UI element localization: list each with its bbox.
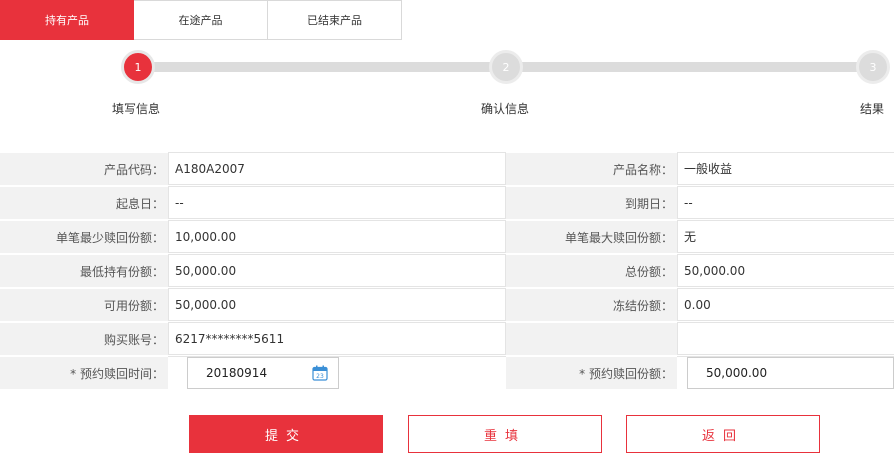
reset-button[interactable]: 重填 [408, 415, 602, 453]
form-row: 最低持有份额： 50,000.00 总份额： 50,000.00 [0, 254, 894, 288]
step-connector [520, 62, 860, 72]
empty-value [677, 322, 894, 355]
calendar-icon[interactable]: 23 [312, 365, 328, 381]
tab-holding-products[interactable]: 持有产品 [0, 0, 134, 40]
redeem-date-value: 20180914 [206, 366, 268, 380]
product-tabs: 持有产品 在途产品 已结束产品 [0, 0, 402, 40]
redeem-form: 产品代码： A180A2007 产品名称： 一般收益 起息日： -- 到期日： … [0, 152, 894, 390]
product-name-value: 一般收益 [677, 152, 894, 185]
available-shares-label: 可用份额： [0, 288, 168, 321]
step-2-label: 确认信息 [481, 102, 530, 116]
progress-stepper: 1 2 3 填写信息 确认信息 结果 [0, 46, 894, 120]
product-code-value: A180A2007 [168, 152, 506, 185]
step-2-circle: 2 [489, 50, 523, 84]
max-redeem-label: 单笔最大赎回份额： [506, 220, 677, 253]
empty-label [506, 322, 677, 355]
min-redeem-value: 10,000.00 [168, 220, 506, 253]
form-row: 单笔最少赎回份额： 10,000.00 单笔最大赎回份额： 无 [0, 220, 894, 254]
start-date-label: 起息日： [0, 186, 168, 219]
product-code-label: 产品代码： [0, 152, 168, 185]
min-hold-value: 50,000.00 [168, 254, 506, 287]
form-row: 购买账号： 6217********5611 [0, 322, 894, 356]
tab-ended-products[interactable]: 已结束产品 [268, 0, 402, 40]
frozen-shares-value: 0.00 [677, 288, 894, 321]
min-hold-label: 最低持有份额： [0, 254, 168, 287]
redeem-amount-input[interactable]: 50,000.00 [687, 357, 894, 389]
tab-in-transit-products[interactable]: 在途产品 [134, 0, 268, 40]
account-label: 购买账号： [0, 322, 168, 355]
total-shares-label: 总份额： [506, 254, 677, 287]
step-connector [152, 62, 492, 72]
form-row: 产品代码： A180A2007 产品名称： 一般收益 [0, 152, 894, 186]
end-date-value: -- [677, 186, 894, 219]
calendar-day: 23 [316, 373, 324, 380]
form-row: 可用份额： 50,000.00 冻结份额： 0.00 [0, 288, 894, 322]
redeem-time-cell: 20180914 23 [168, 356, 506, 389]
end-date-label: 到期日： [506, 186, 677, 219]
redeem-amount-cell: 50,000.00 [677, 356, 894, 389]
back-button[interactable]: 返回 [626, 415, 820, 453]
redeem-amount-label: * 预约赎回份额： [506, 356, 677, 389]
max-redeem-value: 无 [677, 220, 894, 253]
step-3-circle: 3 [856, 50, 890, 84]
product-name-label: 产品名称： [506, 152, 677, 185]
total-shares-value: 50,000.00 [677, 254, 894, 287]
available-shares-value: 50,000.00 [168, 288, 506, 321]
account-value: 6217********5611 [168, 322, 506, 355]
step-1-circle: 1 [121, 50, 155, 84]
start-date-value: -- [168, 186, 506, 219]
min-redeem-label: 单笔最少赎回份额： [0, 220, 168, 253]
redeem-time-label: * 预约赎回时间： [0, 356, 168, 389]
frozen-shares-label: 冻结份额： [506, 288, 677, 321]
form-row: 起息日： -- 到期日： -- [0, 186, 894, 220]
step-1-label: 填写信息 [112, 102, 161, 116]
form-row: * 预约赎回时间： 20180914 23 * 预约赎回份额： 50,000.0… [0, 356, 894, 390]
redeem-date-input[interactable]: 20180914 23 [187, 357, 339, 389]
submit-button[interactable]: 提交 [189, 415, 383, 453]
step-3-label: 结果 [860, 102, 885, 116]
